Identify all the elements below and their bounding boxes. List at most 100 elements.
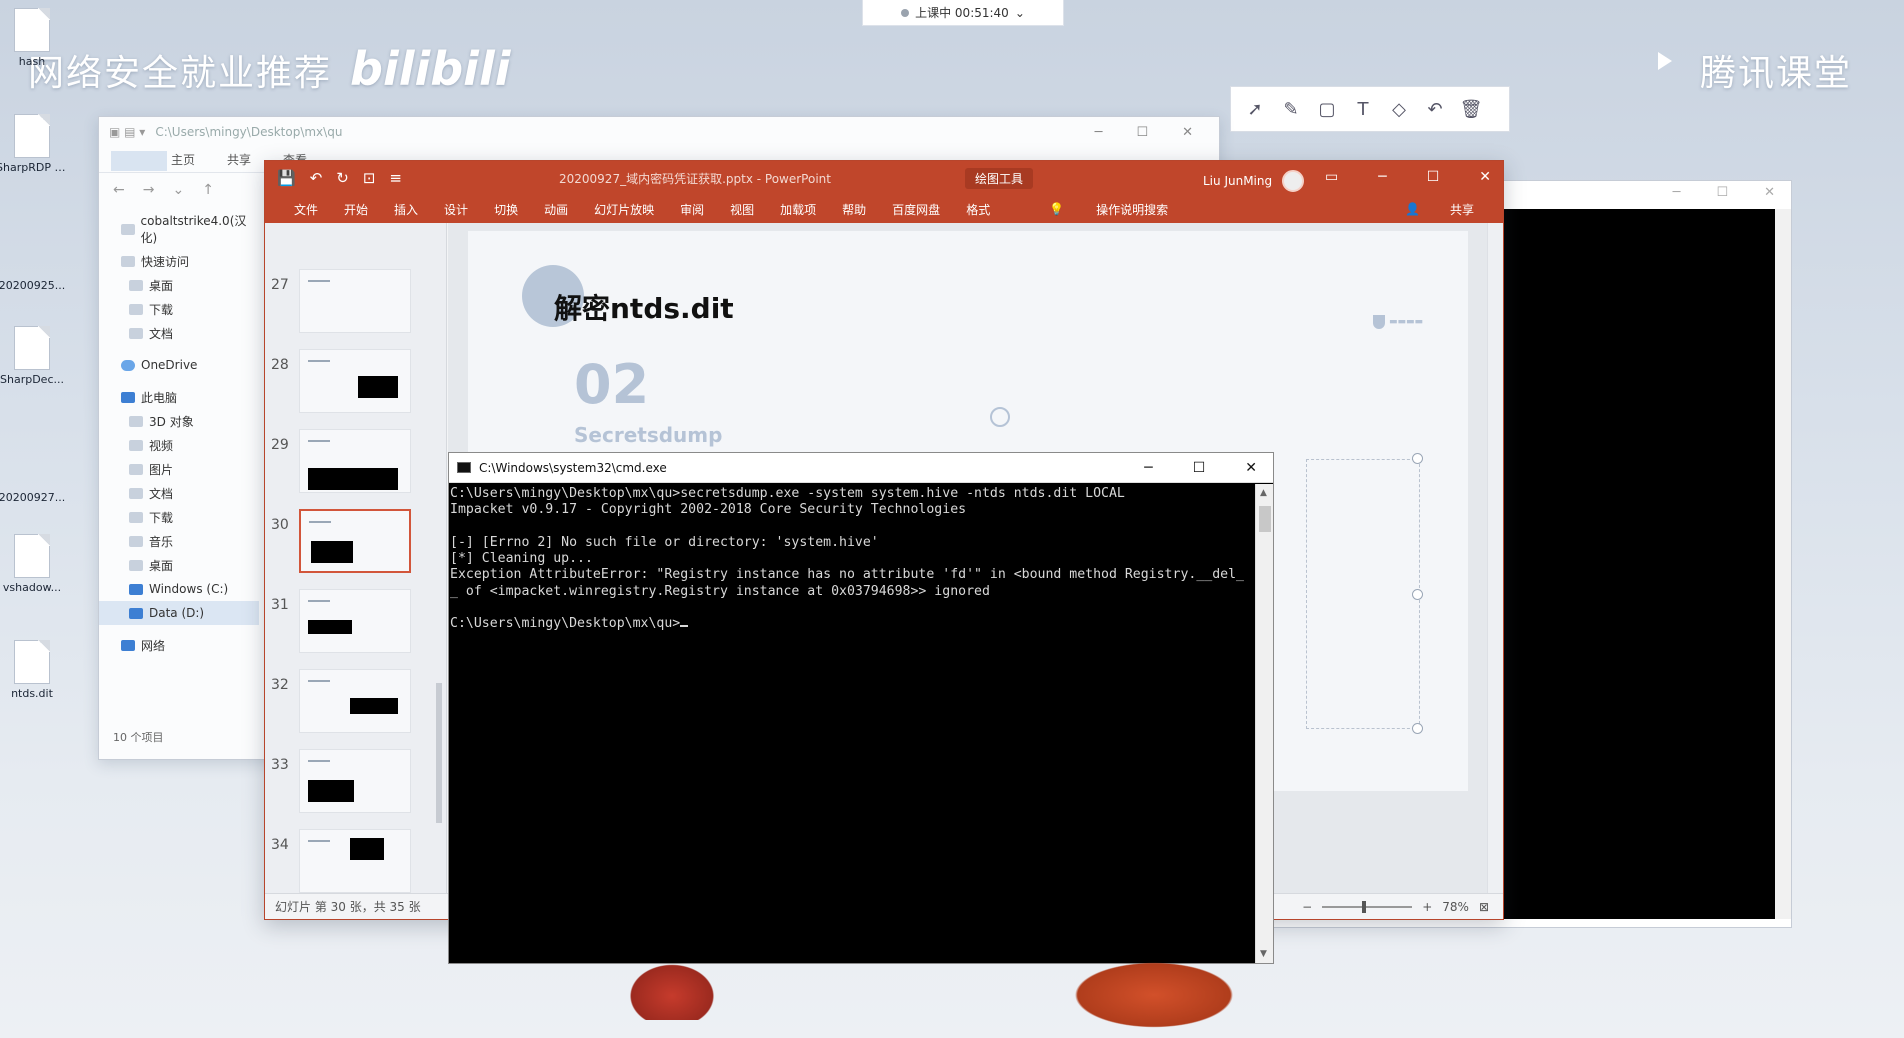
nav-tree-item[interactable]: 下载 <box>99 297 259 321</box>
zoom-out-icon[interactable]: − <box>1302 900 1312 914</box>
maximize-icon[interactable]: ☐ <box>1136 125 1148 140</box>
slide-thumbnail[interactable]: 34 <box>265 829 435 893</box>
text-icon[interactable]: T <box>1349 95 1377 123</box>
nav-tree-item[interactable]: 下载 <box>99 505 259 529</box>
nav-tree-item[interactable]: 桌面 <box>99 553 259 577</box>
ribbon-tab[interactable]: 加载项 <box>767 201 829 218</box>
minimize-icon[interactable]: ─ <box>1378 169 1386 185</box>
nav-tree-item[interactable]: Data (D:) <box>99 601 259 625</box>
ribbon-tab[interactable]: 设计 <box>431 201 481 218</box>
minimize-icon[interactable]: ─ <box>1095 125 1103 140</box>
slide-heading[interactable]: 解密ntds.dit <box>554 287 734 327</box>
scrollbar-thumb[interactable] <box>436 683 442 823</box>
scrollbar[interactable] <box>434 223 444 893</box>
minimize-icon[interactable]: ─ <box>1673 185 1681 200</box>
ribbon-tab[interactable]: 开始 <box>331 201 381 218</box>
customize-icon[interactable]: ≡ <box>389 169 402 187</box>
tab-share[interactable]: 共享 <box>227 151 251 168</box>
scrollbar[interactable]: ▲ ▼ <box>1255 484 1273 963</box>
nav-tree-item[interactable]: 此电脑 <box>99 385 259 409</box>
ribbon-tab[interactable]: 视图 <box>717 201 767 218</box>
ribbon-tab[interactable]: 动画 <box>531 201 581 218</box>
rotate-handle-icon[interactable] <box>990 407 1010 427</box>
eraser-icon[interactable]: ◇ <box>1385 95 1413 123</box>
ribbon-tab[interactable]: 切换 <box>481 201 531 218</box>
select-arrow-icon[interactable]: ➚ <box>1241 95 1269 123</box>
rectangle-icon[interactable]: ▢ <box>1313 95 1341 123</box>
desktop-icon[interactable]: vshadow... <box>0 534 68 594</box>
pen-icon[interactable]: ✎ <box>1277 95 1305 123</box>
desktop-icon[interactable]: SharpRDP C... <box>0 114 68 174</box>
tell-me-search[interactable]: 💡 操作说明搜索 <box>1023 201 1194 218</box>
nav-tree-item[interactable]: 网络 <box>99 633 259 657</box>
cmd-window[interactable]: C:\Windows\system32\cmd.exe ─ ☐ ✕ C:\Use… <box>448 452 1274 964</box>
chevron-down-icon[interactable]: ⌄ <box>172 182 184 198</box>
avatar[interactable] <box>1282 170 1305 192</box>
scrollbar-thumb[interactable] <box>1259 506 1271 532</box>
maximize-icon[interactable]: ☐ <box>1716 185 1728 200</box>
resize-handle[interactable] <box>1412 453 1423 464</box>
close-icon[interactable]: ✕ <box>1764 185 1775 200</box>
back-arrow-icon[interactable]: ← <box>113 182 125 198</box>
undo-icon[interactable]: ↶ <box>310 169 323 187</box>
redo-icon[interactable]: ↻ <box>336 169 349 187</box>
undo-icon[interactable]: ↶ <box>1421 95 1449 123</box>
slide-thumbnail[interactable]: 33 <box>265 749 435 815</box>
desktop-icon[interactable]: hash <box>0 8 68 68</box>
nav-tree-item[interactable]: 3D 对象 <box>99 409 259 433</box>
scroll-down-icon[interactable]: ▼ <box>1260 949 1267 959</box>
ribbon-tab[interactable]: 文件 <box>281 201 331 218</box>
close-icon[interactable]: ✕ <box>1245 460 1257 476</box>
resize-handle[interactable] <box>1412 589 1423 600</box>
trash-icon[interactable]: 🗑 <box>1457 95 1485 123</box>
ribbon-tab[interactable]: 幻灯片放映 <box>581 201 667 218</box>
tab-home[interactable]: 主页 <box>171 151 195 168</box>
nav-tree-item[interactable]: 图片 <box>99 457 259 481</box>
fit-slide-icon[interactable]: ⊠ <box>1479 900 1489 914</box>
desktop-icon[interactable]: 20200925... <box>0 232 319 436</box>
nav-tree-item[interactable]: 快速访问 <box>99 249 259 273</box>
nav-tree-item[interactable]: Windows (C:) <box>99 577 259 601</box>
close-icon[interactable]: ✕ <box>1479 169 1491 185</box>
live-status-pill[interactable]: 上课中 00:51:40 ⌄ <box>862 0 1064 26</box>
close-icon[interactable]: ✕ <box>1182 125 1193 140</box>
ribbon-tab[interactable]: 帮助 <box>829 201 879 218</box>
slideshow-icon[interactable]: ⊡ <box>363 169 376 187</box>
explorer-file-tab[interactable] <box>111 151 167 171</box>
minimize-icon[interactable]: ─ <box>1144 460 1152 476</box>
nav-tree-item[interactable]: 桌面 <box>99 273 259 297</box>
selected-shape-box[interactable] <box>1306 459 1420 729</box>
desktop-icon[interactable]: ntds.dit <box>0 640 68 700</box>
nav-tree-item[interactable]: 文档 <box>99 481 259 505</box>
slide-thumbnail[interactable]: 30 <box>265 509 435 575</box>
slide-thumbnail[interactable]: 31 <box>265 589 435 655</box>
ribbon-display-icon[interactable]: ▭ <box>1325 169 1338 185</box>
terminal-output[interactable]: C:\Users\mingy\Desktop\mx\qu>secretsdump… <box>449 484 1255 963</box>
maximize-icon[interactable]: ☐ <box>1427 169 1440 185</box>
ribbon-tab[interactable]: 插入 <box>381 201 431 218</box>
nav-tree-item[interactable]: OneDrive <box>99 353 259 377</box>
maximize-icon[interactable]: ☐ <box>1193 460 1206 476</box>
nav-tree-item[interactable]: 音乐 <box>99 529 259 553</box>
slide-thumbnail[interactable]: 28 <box>265 349 435 415</box>
save-icon[interactable]: 💾 <box>277 169 296 187</box>
nav-tree-item[interactable]: 视频 <box>99 433 259 457</box>
nav-tree-item[interactable]: cobaltstrike4.0(汉化) <box>99 214 259 245</box>
scroll-up-icon[interactable]: ▲ <box>1260 488 1267 498</box>
slide-thumbnail[interactable]: 29 <box>265 429 435 495</box>
slide-thumbnail[interactable]: 32 <box>265 669 435 735</box>
ribbon-tab[interactable]: 格式 <box>953 201 1003 218</box>
slide-thumbnail[interactable]: 27 <box>265 269 435 335</box>
nav-tree-item[interactable]: 文档 <box>99 321 259 345</box>
desktop-icon[interactable]: SharpDec... <box>0 326 68 386</box>
zoom-level[interactable]: 78% <box>1442 900 1469 914</box>
desktop-icon[interactable]: 20200927... <box>0 444 319 648</box>
scrollbar[interactable] <box>1487 223 1503 893</box>
share-button[interactable]: 👤 共享 <box>1379 201 1503 218</box>
section-number[interactable]: 02 <box>574 353 649 416</box>
forward-arrow-icon[interactable]: → <box>143 182 155 198</box>
zoom-slider[interactable] <box>1322 900 1413 913</box>
ribbon-tab[interactable]: 百度网盘 <box>879 201 953 218</box>
scrollbar[interactable] <box>1775 209 1791 919</box>
ribbon-tab[interactable]: 审阅 <box>667 201 717 218</box>
